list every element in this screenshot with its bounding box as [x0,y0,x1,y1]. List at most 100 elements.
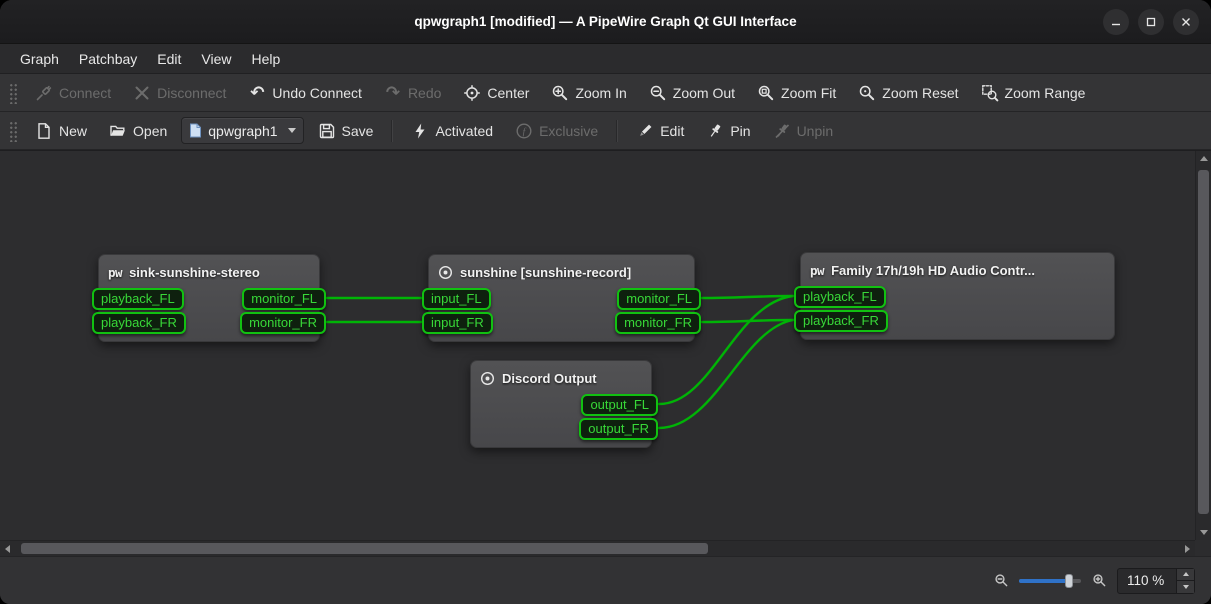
connect-button[interactable]: Connect [27,79,119,107]
scroll-down-button[interactable] [1196,525,1211,540]
node-header: pw Family 17h/19h HD Audio Contr... [801,253,1114,285]
arrow-down-icon [1183,585,1189,589]
zoom-out-mini-icon[interactable] [993,573,1009,589]
port-monitor-fl[interactable]: monitor_FL [617,288,701,310]
zoom-step-down-button[interactable] [1177,581,1194,593]
window-controls [1103,0,1199,43]
center-button[interactable]: Center [455,79,537,107]
zoom-slider[interactable] [1019,573,1081,589]
port-row: output_FL [471,393,651,417]
arrow-down-icon [1200,530,1208,535]
close-button[interactable] [1173,9,1199,35]
zoom-range-label: Zoom Range [1005,85,1086,101]
edge-sunshine-monitor-fl-to-family-playback-fl[interactable] [702,296,793,298]
port-playback-fr[interactable]: playback_FR [92,312,186,334]
disconnect-button[interactable]: Disconnect [125,79,234,107]
unpin-icon [773,122,791,140]
connection-edges [0,151,1195,540]
app-window: qpwgraph1 [modified] — A PipeWire Graph … [0,0,1211,604]
unpin-label: Unpin [797,123,834,139]
port-playback-fr[interactable]: playback_FR [794,310,888,332]
zoom-out-button[interactable]: Zoom Out [641,79,743,107]
pin-button[interactable]: Pin [698,117,758,145]
zoom-out-icon [649,84,667,102]
exclusive-button[interactable]: f Exclusive [507,117,606,145]
exclusive-icon: f [515,122,533,140]
port-monitor-fr[interactable]: monitor_FR [615,312,701,334]
toolbar-drag-handle[interactable] [8,82,17,104]
node-family-hd-audio-controller[interactable]: pw Family 17h/19h HD Audio Contr... play… [800,252,1115,340]
stream-icon [480,371,495,386]
horizontal-scrollbar[interactable] [0,540,1195,556]
menu-edit[interactable]: Edit [147,44,191,73]
center-label: Center [487,85,529,101]
arrow-left-icon [5,545,10,553]
menu-graph[interactable]: Graph [10,44,69,73]
node-sink-sunshine-stereo[interactable]: pw sink-sunshine-stereo playback_FL moni… [98,254,320,342]
maximize-button[interactable] [1138,9,1164,35]
patchbay-file-icon [189,123,202,138]
node-discord-output[interactable]: Discord Output output_FL output_FR [470,360,652,448]
vertical-scroll-thumb[interactable] [1198,170,1209,515]
edge-sunshine-monitor-fr-to-family-playback-fr[interactable] [702,320,793,322]
spin-arrows [1176,569,1194,593]
node-header: Discord Output [471,361,651,393]
node-header: sunshine [sunshine-record] [429,255,694,287]
graph-canvas[interactable]: pw sink-sunshine-stereo playback_FL moni… [0,151,1195,540]
edit-button[interactable]: Edit [628,117,692,145]
zoom-step-up-button[interactable] [1177,569,1194,582]
disconnect-icon [133,84,151,102]
port-monitor-fl[interactable]: monitor_FL [242,288,326,310]
statusbar: 110 % [0,556,1211,604]
menu-patchbay[interactable]: Patchbay [69,44,147,73]
patchbay-combo[interactable]: qpwgraph1 [181,117,303,144]
new-button[interactable]: New [27,117,95,145]
minimize-button[interactable] [1103,9,1129,35]
open-label: Open [133,123,167,139]
zoom-spinbox[interactable]: 110 % [1117,568,1195,594]
port-playback-fl[interactable]: playback_FL [794,286,886,308]
undo-icon: ↶ [248,84,266,102]
scrollbar-corner [1195,540,1211,556]
port-playback-fl[interactable]: playback_FL [92,288,184,310]
horizontal-scroll-track[interactable] [15,541,1180,556]
unpin-button[interactable]: Unpin [765,117,842,145]
open-button[interactable]: Open [101,117,175,145]
activated-button[interactable]: Activated [403,117,501,145]
zoom-in-button[interactable]: Zoom In [543,79,634,107]
toolbar-drag-handle[interactable] [8,120,17,142]
maximize-icon [1145,16,1157,28]
port-input-fr[interactable]: input_FR [422,312,493,334]
zoom-reset-button[interactable]: Zoom Reset [850,79,966,107]
vertical-scrollbar[interactable] [1195,151,1211,540]
zoom-range-button[interactable]: Zoom Range [973,79,1094,107]
scroll-right-button[interactable] [1180,541,1195,556]
menu-help[interactable]: Help [242,44,291,73]
redo-button[interactable]: ↷ Redo [376,79,449,107]
node-sunshine-record[interactable]: sunshine [sunshine-record] input_FL moni… [428,254,695,342]
port-input-fl[interactable]: input_FL [422,288,491,310]
disconnect-label: Disconnect [157,85,226,101]
connect-icon [35,84,53,102]
port-output-fr[interactable]: output_FR [579,418,658,440]
save-button[interactable]: Save [310,117,382,145]
vertical-scroll-track[interactable] [1196,166,1211,525]
port-monitor-fr[interactable]: monitor_FR [240,312,326,334]
zoom-slider-handle[interactable] [1065,574,1073,588]
node-title: sink-sunshine-stereo [129,265,260,280]
undo-connect-button[interactable]: ↶ Undo Connect [240,79,370,107]
arrow-up-icon [1200,156,1208,161]
patchbay-combo-value: qpwgraph1 [208,123,277,139]
zoom-in-icon [551,84,569,102]
port-output-fl[interactable]: output_FL [581,394,658,416]
scroll-up-button[interactable] [1196,151,1211,166]
horizontal-scroll-thumb[interactable] [21,543,708,554]
menu-view[interactable]: View [191,44,241,73]
zoom-in-label: Zoom In [575,85,626,101]
arrow-up-icon [1183,572,1189,576]
scroll-left-button[interactable] [0,541,15,556]
zoom-in-mini-icon[interactable] [1091,573,1107,589]
minimize-icon [1110,16,1122,28]
arrow-right-icon [1185,545,1190,553]
zoom-fit-button[interactable]: Zoom Fit [749,79,844,107]
